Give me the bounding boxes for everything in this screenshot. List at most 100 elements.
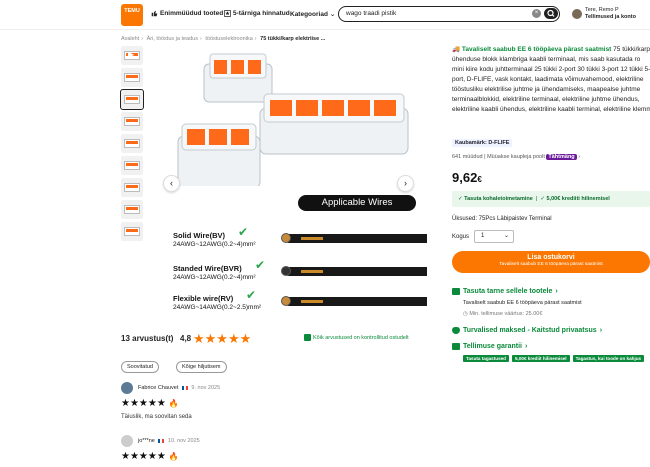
- wire-spec-solid: 24AWG~12AWG(0.2~4)mm²: [173, 241, 256, 248]
- filter-recommended[interactable]: Soovitatud: [121, 361, 159, 373]
- review-stars: ★★★★★ 🔥: [121, 451, 179, 462]
- free-delivery-section[interactable]: Tasuta tarne sellele tootele ›: [452, 288, 558, 295]
- late-credit-label: 5,00€ krediiti hilinemisel: [546, 196, 610, 202]
- quantity-select[interactable]: 1 ⌄: [474, 230, 514, 243]
- delivery-estimate: Tavaliselt saabub EE 6 tööpäeva pärast s…: [463, 300, 582, 306]
- thumbnail[interactable]: [121, 222, 143, 241]
- order-guarantee-section[interactable]: Tellimuse garantii ›: [452, 343, 527, 350]
- connector-illustration: [177, 53, 409, 186]
- filter-most-recent[interactable]: Kõige hiljutisem: [176, 361, 227, 373]
- chevron-down-icon: ⌄: [329, 11, 336, 18]
- price-currency: €: [477, 175, 482, 184]
- france-flag-icon: [181, 385, 188, 390]
- thumbnail[interactable]: [121, 112, 143, 131]
- review-stars-text: ★★★★★: [121, 398, 166, 409]
- nav-categories[interactable]: Kategooriad ⌄: [290, 10, 336, 19]
- reviewer-name-text: Fabrice Chauvet: [138, 385, 179, 391]
- breadcrumb: Avaleht › Äri, tööstus ja teadus › tööstus…: [121, 36, 326, 42]
- review-score: 4,8: [180, 334, 192, 343]
- shield-icon: [452, 327, 460, 334]
- avatar: [121, 382, 133, 394]
- guarantee-tag: Tasuta tagastused: [463, 355, 509, 362]
- fire-icon: 🔥: [168, 452, 179, 461]
- min-order: ◷ Min. tellimuse väärtus: 25.00€: [463, 311, 543, 317]
- quantity-label: Kogus: [452, 234, 470, 240]
- product-title: 🚚 Tavaliselt saabub EE 6 tööpäeva pärast…: [452, 45, 650, 136]
- orders-account-label: Tellimused ja konto: [585, 13, 636, 20]
- thumbnail-strip: ▶: [120, 46, 146, 244]
- thumbnail[interactable]: [121, 200, 143, 219]
- chevron-down-icon: ⌄: [503, 233, 509, 239]
- applicable-wires-label: Applicable Wires: [298, 195, 416, 211]
- logo-text: TEMU: [124, 8, 140, 14]
- product-main-image[interactable]: ‹ › Applicable Wires Solid Wire(BV) ✔ 24…: [152, 46, 427, 320]
- prev-image-button[interactable]: ‹: [163, 175, 180, 192]
- account-menu[interactable]: Tere, Remo P Tellimused ja konto: [572, 7, 636, 20]
- thumbnail[interactable]: [121, 68, 143, 87]
- wire-core: [301, 237, 323, 240]
- top-header: TEMU Enimmüüdud tooted 5-tärniga hinnatu…: [0, 0, 650, 30]
- cart-sublabel: Tavaliselt saabub EE 6 tööpäeva pärast s…: [499, 262, 603, 267]
- delivery-lead: Tavaliselt saabub EE 6 tööpäeva pärast s…: [461, 46, 612, 53]
- breadcrumb-business[interactable]: Äri, tööstus ja teadus: [147, 36, 198, 42]
- review-count[interactable]: 13 arvustus(t): [121, 334, 173, 343]
- breadcrumb-industrial[interactable]: tööstuselektroonika: [205, 36, 252, 42]
- nav-label: Enimmüüdud tooted: [160, 10, 224, 17]
- clear-search-icon[interactable]: ×: [532, 9, 541, 18]
- france-flag-icon: [158, 438, 165, 443]
- review-stars: ★★★★★ 🔥: [121, 398, 179, 409]
- search-button[interactable]: [544, 8, 558, 19]
- wire-core: [301, 300, 323, 303]
- reviewer-name: Fabrice Chauvet 9. nov 2025: [138, 385, 220, 391]
- wire-end: [281, 266, 291, 276]
- star-seller-badge: Tähtmäng: [546, 154, 577, 160]
- breadcrumb-home[interactable]: Avaleht: [121, 36, 139, 42]
- thumbs-up-icon: [151, 10, 158, 17]
- thumbnail[interactable]: [121, 134, 143, 153]
- section-title: Tellimuse garantii: [463, 343, 522, 350]
- review-date: 9. nov 2025: [191, 385, 221, 391]
- min-order-text: Min. tellimuse väärtus: 25.00€: [469, 311, 543, 317]
- guarantee-tag: Tagastus, kui toode on kahjus: [572, 355, 645, 362]
- thumbnail-video[interactable]: ▶: [121, 46, 143, 65]
- nav-label: Kategooriad: [290, 10, 328, 18]
- reviewer-name-text: jo***ne: [138, 438, 155, 444]
- truck-icon: 🚚: [452, 46, 461, 53]
- product-info: 🚚 Tavaliselt saabub EE 6 tööpäeva pärast…: [452, 45, 650, 136]
- avatar: [121, 435, 133, 447]
- check-icon: ✔: [246, 288, 257, 302]
- next-image-button[interactable]: ›: [397, 175, 414, 192]
- add-to-cart-button[interactable]: Lisa ostukorvi Tavaliselt saabub EE 6 tö…: [452, 251, 650, 273]
- star-badge-icon: [224, 10, 231, 17]
- guarantee-tags: Tasuta tagastused 5,00€ krediit hilinemi…: [463, 355, 645, 362]
- wire-spec-flexible: 24AWG~14AWG(0.2~2.5)mm²: [173, 304, 262, 311]
- section-title: Tasuta tarne sellele tootele: [463, 288, 553, 295]
- wire-type-stranded: Standed Wire(BVR): [173, 264, 242, 273]
- thumbnail[interactable]: [121, 178, 143, 197]
- nav-five-star[interactable]: 5-tärniga hinnatud: [224, 10, 290, 17]
- quantity-value: 1: [481, 233, 485, 239]
- account-text: Tere, Remo P Tellimused ja konto: [585, 7, 636, 20]
- product-description: 75 tükki/karp ühenduse blokk klambriga k…: [452, 46, 650, 113]
- breadcrumb-current: 75 tükki/karp elektriise ...: [260, 36, 326, 42]
- search-input[interactable]: [346, 8, 526, 19]
- secure-payments-section[interactable]: Turvalised maksed - Kaitstud privaatsus …: [452, 327, 602, 334]
- cart-label: Lisa ostukorvi: [527, 254, 575, 261]
- check-icon: ✔: [255, 258, 266, 272]
- wire-type-solid: Solid Wire(BV): [173, 231, 226, 240]
- section-title: Turvalised maksed - Kaitstud privaatsus: [463, 327, 597, 334]
- search-bar: ×: [338, 6, 560, 22]
- sold-count[interactable]: 641 müüdud | Müüakse kaupleja poolt: [452, 154, 545, 160]
- thumbnail[interactable]: [121, 156, 143, 175]
- verified-icon: [304, 334, 311, 341]
- temu-logo[interactable]: TEMU: [121, 4, 143, 26]
- variant-label: Üksused: 75Pcs Läbipaistev Terminal: [452, 216, 552, 222]
- guarantee-tag: 5,00€ krediit hilinemisel: [512, 355, 570, 362]
- review-text: Täiuslik, ma soovitan seda: [121, 414, 192, 420]
- fire-icon: 🔥: [168, 399, 179, 408]
- brand-badge[interactable]: Kaubamärk: D-FLIFE: [452, 139, 513, 147]
- nav-best-sellers[interactable]: Enimmüüdud tooted: [151, 10, 223, 17]
- thumbnail-active[interactable]: [120, 89, 144, 110]
- check-icon: ✔: [238, 225, 249, 239]
- review-date: 10. nov 2025: [167, 438, 200, 444]
